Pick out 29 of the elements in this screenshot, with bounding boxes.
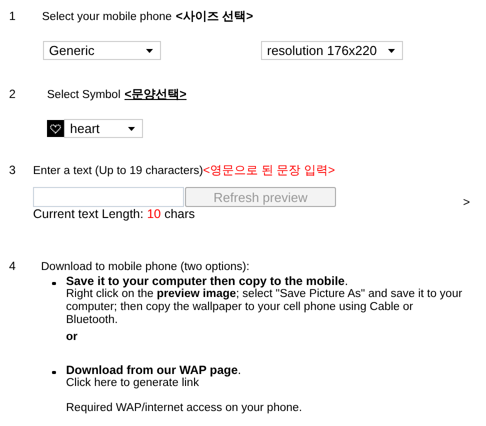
step-number: 3: [9, 163, 17, 177]
bullet-icon: [52, 282, 56, 285]
step-label: Enter a text (Up to 19 characters): [33, 165, 204, 177]
resolution-select[interactable]: resolution 176x220: [261, 41, 403, 60]
step-label: Select your mobile phone: [42, 11, 172, 23]
dropdown-caret-icon: [146, 48, 153, 52]
dropdown-caret-icon: [388, 48, 395, 52]
option-text: Right click on the preview image; select "Save Picture As" and save it to your computer; then copy the wallpaper to your cell phone using Cable or Bluetooth.: [66, 288, 464, 327]
step-label: Select Symbol: [47, 89, 121, 101]
bullet-icon: [52, 371, 56, 374]
option-text: Required WAP/internet access on your phone.: [66, 402, 304, 415]
step-number: 2: [9, 87, 17, 101]
option-title: Download from our WAP page.: [66, 364, 242, 377]
text-input-field[interactable]: [33, 187, 184, 207]
dropdown-caret-icon: [128, 126, 135, 130]
heart-symbol-icon: [47, 120, 64, 137]
option-text: Click here to generate link: [66, 377, 200, 390]
step-number: 1: [9, 9, 17, 23]
option-title: Save it to your computer then copy to the mobile.: [66, 275, 350, 288]
text-length-info: Current text Length: 10 chars: [33, 207, 196, 221]
step-note: <영문으로 된 문장 입력>: [203, 162, 336, 179]
step-note: <사이즈 선택>: [176, 8, 254, 25]
step-note[interactable]: <문양선택>: [124, 86, 187, 103]
next-arrow[interactable]: >: [463, 195, 470, 209]
step-number: 4: [9, 259, 17, 273]
or-text: or: [66, 331, 78, 344]
step-label: Download to mobile phone (two options):: [41, 261, 250, 273]
symbol-select[interactable]: heart: [64, 119, 143, 138]
phone-select[interactable]: Generic: [43, 41, 161, 60]
